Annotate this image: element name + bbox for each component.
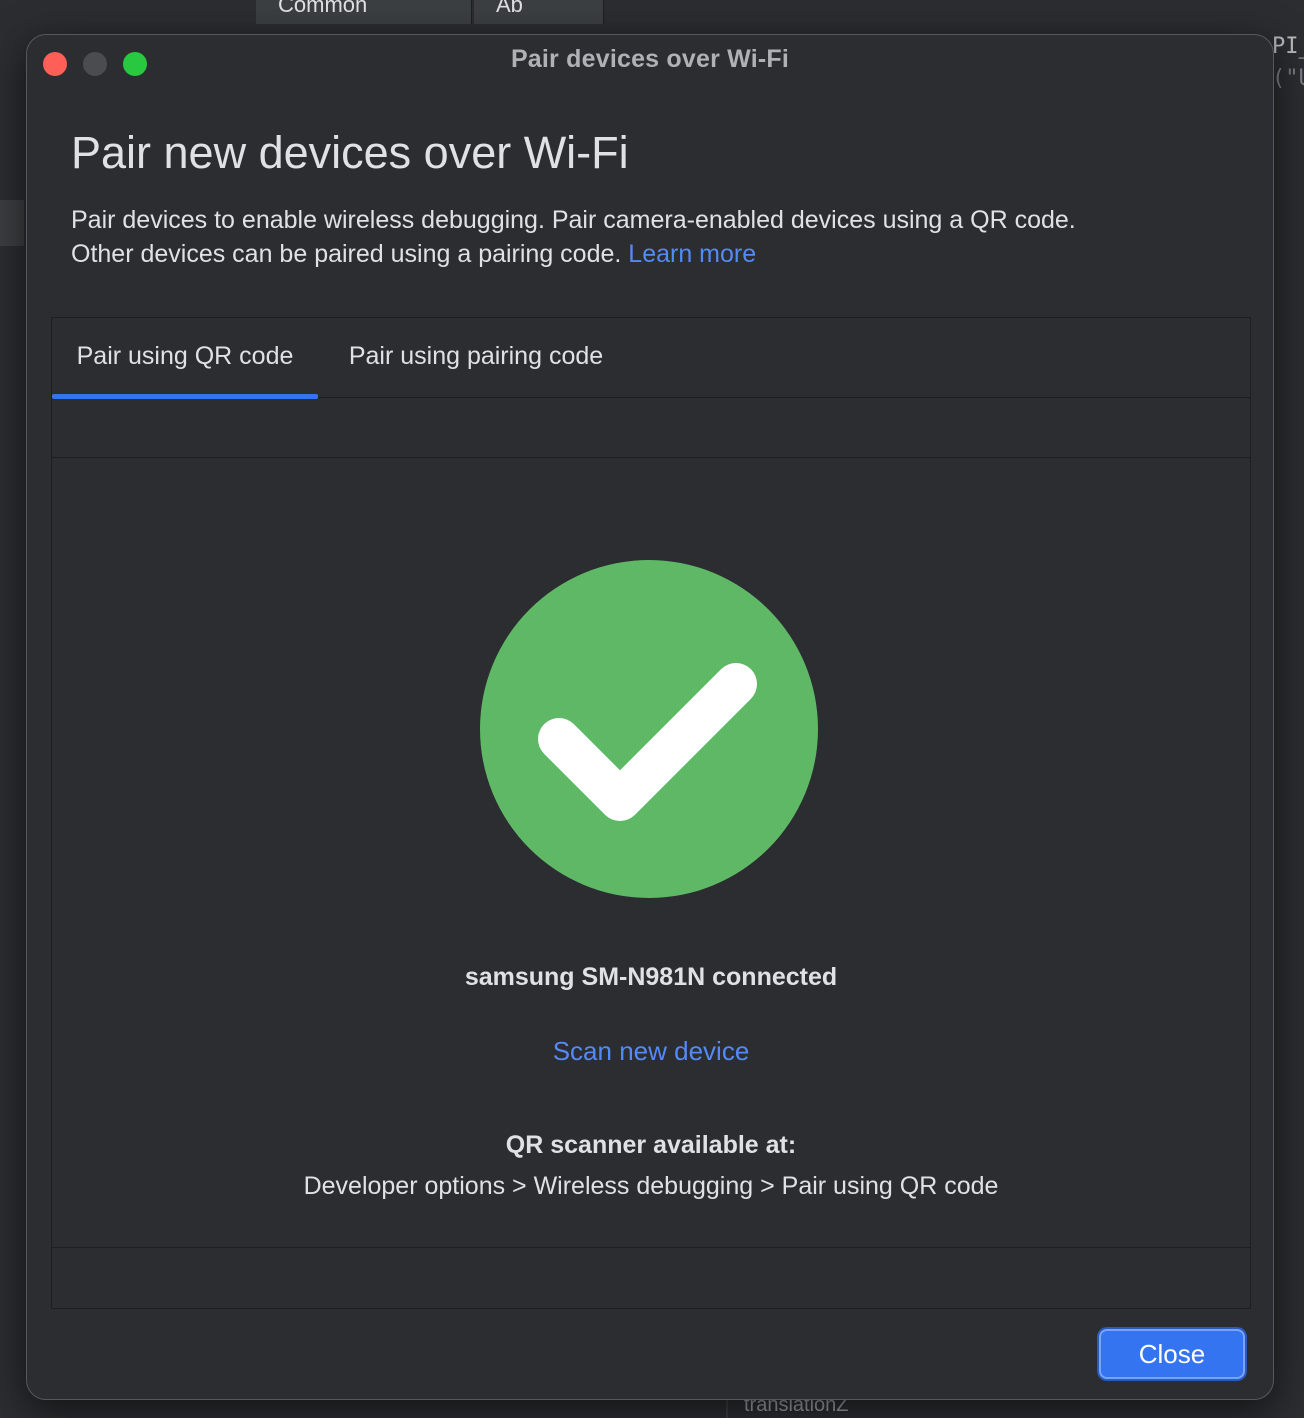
scan-new-device-link[interactable]: Scan new device — [553, 1036, 750, 1066]
description-line-2: Other devices can be paired using a pair… — [71, 240, 757, 268]
qr-scanner-heading: QR scanner available at: — [505, 1131, 797, 1159]
close-button[interactable]: Close — [1099, 1329, 1245, 1379]
dialog-description: Pair devices to enable wireless debuggin… — [71, 203, 1231, 271]
pair-devices-dialog: Pair devices over Wi-Fi Pair new devices… — [26, 34, 1274, 1400]
pairing-panel: Pair using QR code Pair using pairing co… — [51, 317, 1251, 1309]
divider — [726, 1398, 728, 1418]
scan-new-device-row: Scan new device — [52, 1036, 1250, 1067]
editor-code-line: ("U — [1272, 66, 1304, 91]
check-circle-icon — [480, 560, 818, 898]
dialog-titlebar[interactable]: Pair devices over Wi-Fi — [27, 35, 1273, 91]
palette-tab-common[interactable]: Common — [256, 0, 472, 24]
window-title: Pair devices over Wi-Fi — [510, 45, 790, 73]
qr-pairing-content: samsung SM-N981N connected Scan new devi… — [52, 458, 1250, 1248]
qr-scanner-path: Developer options > Wireless debugging >… — [303, 1172, 999, 1200]
editor-code-line: PI_ — [1272, 34, 1304, 59]
description-line-1: Pair devices to enable wireless debuggin… — [71, 206, 1076, 234]
tab-pair-pairing-code[interactable]: Pair using pairing code — [318, 318, 634, 398]
tab-subbar — [52, 398, 1250, 458]
pairing-tabs: Pair using QR code Pair using pairing co… — [52, 318, 1250, 399]
learn-more-link[interactable]: Learn more — [628, 240, 756, 268]
palette-tab-ab[interactable]: Ab — [474, 0, 604, 24]
connection-status: samsung SM-N981N connected — [464, 963, 838, 991]
tab-pair-qr-code[interactable]: Pair using QR code — [52, 318, 318, 399]
page-title: Pair new devices over Wi-Fi — [71, 127, 629, 178]
ide-toolbar — [0, 0, 1304, 34]
ide-left-stripe — [0, 200, 24, 246]
